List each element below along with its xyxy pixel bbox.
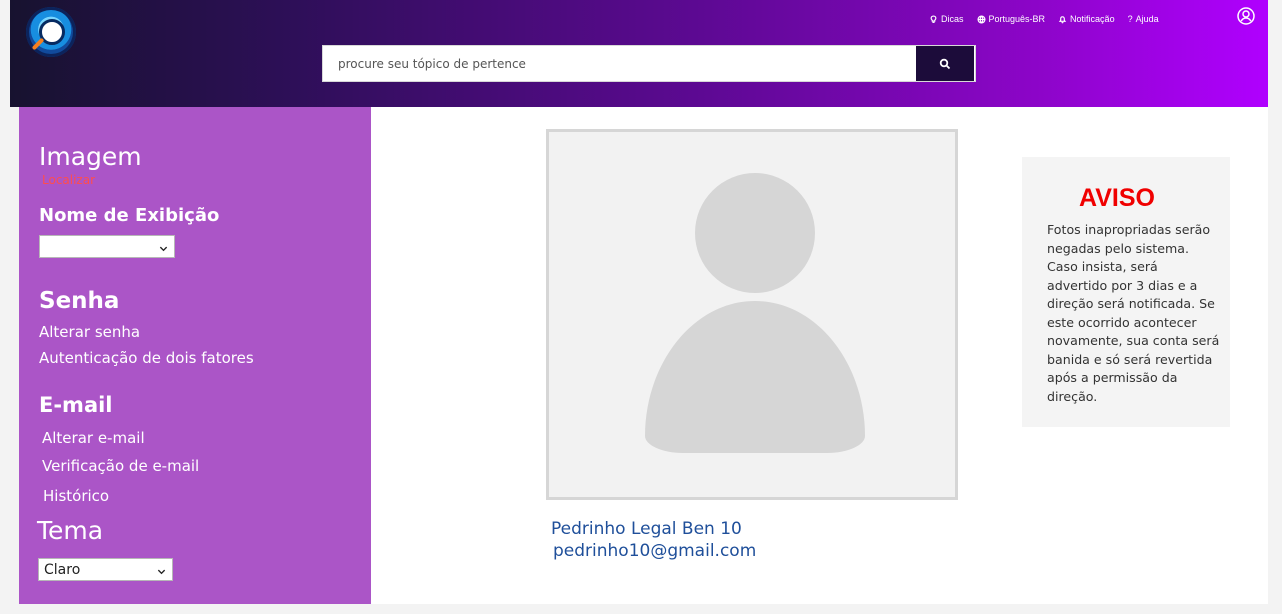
- globe-icon: [977, 14, 986, 24]
- warning-text: Fotos inapropriadas serão negadas pelo s…: [1047, 222, 1220, 404]
- search-bar: [322, 45, 976, 82]
- profile-email: pedrinho10@gmail.com: [553, 541, 757, 561]
- email-section-title: E-mail: [39, 393, 113, 417]
- password-section-title: Senha: [39, 288, 120, 314]
- image-section-title: Imagem: [39, 142, 142, 171]
- help-link[interactable]: ? Ajuda: [1128, 14, 1159, 24]
- theme-select[interactable]: Claro: [38, 558, 173, 581]
- two-factor-link[interactable]: Autenticação de dois fatores: [39, 349, 254, 367]
- main-content: Imagem Localizar Nome de Exibição Senha …: [19, 107, 1268, 604]
- top-header: Dicas Português-BR Notificação ? Ajuda: [10, 0, 1268, 107]
- question-icon: ?: [1127, 14, 1133, 24]
- notification-link[interactable]: Notificação: [1058, 14, 1115, 24]
- user-circle-icon[interactable]: [1237, 7, 1255, 25]
- theme-section-title: Tema: [37, 516, 104, 545]
- tips-link[interactable]: Dicas: [929, 14, 964, 24]
- settings-sidebar: Imagem Localizar Nome de Exibição Senha …: [19, 107, 371, 604]
- chevron-down-icon: [157, 564, 166, 575]
- theme-value: Claro: [44, 561, 81, 578]
- change-email-link[interactable]: Alterar e-mail: [42, 429, 145, 447]
- avatar-icon: [645, 173, 865, 453]
- help-label: Ajuda: [1135, 14, 1159, 24]
- chevron-down-icon: [159, 241, 168, 252]
- search-input[interactable]: [323, 46, 916, 81]
- profile-name: Pedrinho Legal Ben 10: [551, 519, 742, 539]
- language-link[interactable]: Português-BR: [977, 14, 1046, 24]
- tips-label: Dicas: [941, 14, 964, 24]
- magnifier-logo[interactable]: [26, 7, 76, 57]
- email-verification-link[interactable]: Verificação de e-mail: [42, 457, 199, 475]
- notification-label: Notificação: [1070, 14, 1115, 24]
- page: Dicas Português-BR Notificação ? Ajuda p…: [0, 0, 1282, 614]
- bell-icon: [1058, 15, 1067, 23]
- warning-panel: AVISO Fotos inapropriadas serão negadas …: [1022, 157, 1230, 427]
- profile-image-placeholder[interactable]: [546, 129, 958, 500]
- language-label: Português-BR: [988, 14, 1046, 24]
- search-icon: [939, 58, 951, 69]
- top-navigation: Dicas Português-BR Notificação ? Ajuda: [929, 12, 1159, 26]
- lightbulb-icon: [930, 14, 937, 23]
- warning-title: AVISO: [1079, 184, 1155, 212]
- search-button[interactable]: [915, 46, 974, 81]
- change-password-link[interactable]: Alterar senha: [39, 323, 140, 341]
- display-name-select[interactable]: [39, 235, 175, 258]
- history-link[interactable]: Histórico: [43, 487, 109, 505]
- locate-image-link[interactable]: Localizar: [42, 173, 95, 187]
- display-name-title: Nome de Exibição: [39, 205, 220, 226]
